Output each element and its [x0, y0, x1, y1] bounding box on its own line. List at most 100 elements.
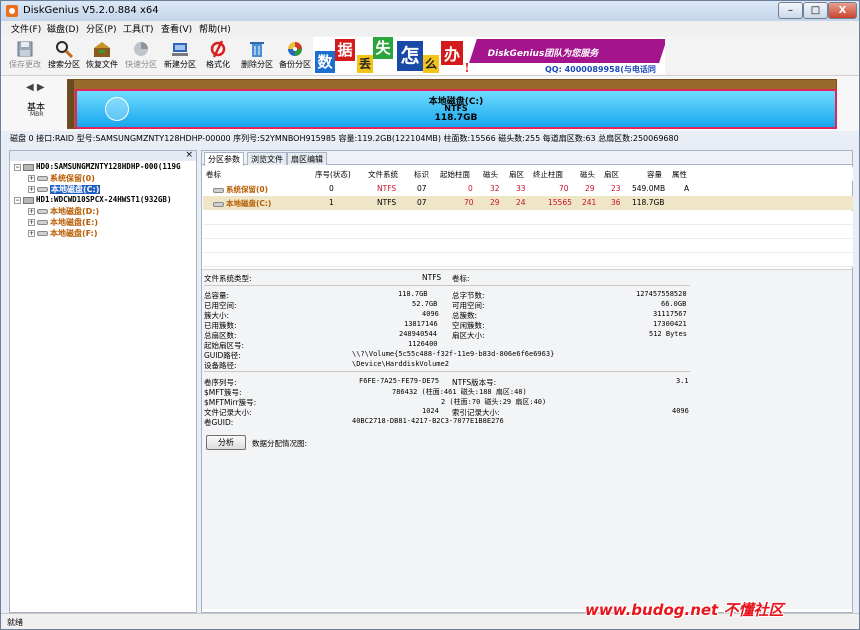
toolbar: 保存更改 搜索分区 恢复文件 快速分区 新建分区 格式化 删除分区 备份分区 数…: [1, 36, 859, 76]
cell-start-sector: 24: [516, 198, 526, 207]
cell-start-head: 32: [490, 184, 500, 193]
tree-label: 本地磁盘(D:): [50, 207, 100, 216]
app-window: DiskGenius V5.2.0.884 x64 – □ X 文件(F) 磁盘…: [0, 0, 860, 630]
banner-phone: 电话: 400-008-9958: [603, 39, 658, 56]
quick-partition-icon: [134, 42, 148, 56]
col-header: 磁头: [483, 170, 498, 179]
collapse-icon[interactable]: −: [14, 196, 21, 204]
title-bar: DiskGenius V5.2.0.884 x64 – □ X: [1, 1, 859, 21]
col-header: 起始柱面: [440, 170, 470, 179]
total-sectors-value: 248940544: [399, 330, 437, 338]
partition-icon: [37, 231, 48, 236]
col-header: 容量: [647, 170, 662, 179]
partition-c-block[interactable]: 本地磁盘(C:) NTFS 118.7GB: [75, 89, 837, 129]
close-icon[interactable]: ×: [185, 150, 193, 160]
menu-file[interactable]: 文件(F): [11, 22, 41, 35]
menu-help[interactable]: 帮助(H): [199, 22, 231, 35]
cell-fs: NTFS: [377, 198, 397, 207]
free-space-value: 66.0GB: [661, 300, 687, 308]
volume-label: 系统保留(0): [226, 185, 269, 194]
partition-icon: [37, 209, 48, 214]
cell-index: 0: [329, 184, 334, 193]
recover-icon: [94, 42, 110, 57]
analyze-button[interactable]: 分析: [206, 435, 246, 450]
search-icon: [56, 41, 74, 59]
tree-partition-reserved[interactable]: + 系统保留(0): [28, 173, 95, 184]
sector-size-value: 512 Bytes: [649, 330, 687, 338]
disk-icon: [23, 196, 34, 204]
backup-partition-button[interactable]: 备份分区: [276, 38, 314, 74]
tab-sector-edit[interactable]: 扇区编辑: [287, 152, 327, 165]
menu-view[interactable]: 查看(V): [161, 22, 192, 35]
used-space-value: 52.7GB: [412, 300, 438, 308]
cell-end-sector: 23: [611, 184, 621, 193]
tree-label: HD1:WDCWD10SPCX-24HWST1(932GB): [36, 195, 172, 204]
col-header: 磁头: [580, 170, 595, 179]
table-row[interactable]: 系统保留(0) 0 NTFS 07 0 32 33 70 29 23 549.0…: [203, 182, 853, 196]
banner-char: 数: [315, 51, 335, 73]
tree-partition-e[interactable]: + 本地磁盘(E:): [28, 217, 98, 228]
disk-nav-arrows[interactable]: ◀ ▶: [26, 82, 45, 93]
cell-end-sector: 36: [611, 198, 621, 207]
col-header: 属性: [672, 170, 687, 179]
total-capacity-value: 118.7GB: [398, 290, 428, 298]
disk-info-line: 磁盘 0 接口:RAID 型号:SAMSUNGMZNTY128HDHP-0000…: [10, 134, 679, 143]
backup-icon: [288, 42, 302, 56]
start-sector-value: 1126400: [408, 340, 438, 348]
system-reserved-partition-block[interactable]: [68, 80, 74, 128]
window-title: DiskGenius V5.2.0.884 x64: [23, 5, 159, 16]
collapse-icon[interactable]: −: [14, 163, 21, 171]
table-row-selected[interactable]: 本地磁盘(C:) 1 NTFS 07 70 29 24 15565 241 36…: [203, 196, 853, 210]
cluster-size-value: 4096: [422, 310, 439, 318]
partition-icon: [37, 176, 48, 181]
allocation-map-label: 数据分配情况图:: [252, 439, 308, 448]
tab-partition-params[interactable]: 分区参数: [204, 152, 244, 166]
expand-icon[interactable]: +: [28, 186, 35, 193]
col-header: 扇区: [604, 170, 619, 179]
guid-path-value: \\?\Volume{5c55c488-f32f-11e9-b83d-806e6…: [352, 350, 555, 358]
mftmirr-value: 2 (柱面:70 磁头:29 扇区:40): [441, 398, 547, 406]
sector-size-label: 扇区大小:: [452, 331, 485, 340]
status-text: 就绪: [7, 618, 23, 627]
cell-end-cyl: 15565: [548, 198, 572, 207]
partition-c-size: 118.7GB: [434, 113, 478, 123]
menu-tools[interactable]: 工具(T): [123, 22, 154, 35]
maximize-button[interactable]: □: [803, 2, 828, 19]
app-icon: [6, 5, 18, 17]
expand-icon[interactable]: +: [28, 175, 35, 182]
col-header: 序号(状态): [315, 170, 351, 179]
ad-banner[interactable]: 数 据 丢 失 怎 么 办 ! DiskGenius团队为您服务 电话: 400…: [313, 37, 665, 75]
table-header-row: 卷标 序号(状态) 文件系统 标识 起始柱面 磁头 扇区 终止柱面 磁头 扇区 …: [203, 167, 853, 181]
table-empty-rows: [203, 211, 853, 267]
cell-start-sector: 33: [516, 184, 526, 193]
expand-icon[interactable]: +: [28, 230, 35, 237]
cell-volume: 本地磁盘(C:): [213, 198, 271, 209]
cell-capacity: 549.0MB: [632, 184, 666, 193]
expand-icon[interactable]: +: [28, 208, 35, 215]
close-button[interactable]: X: [828, 2, 857, 19]
menu-disk[interactable]: 磁盘(D): [47, 22, 79, 35]
minimize-button[interactable]: –: [778, 2, 803, 19]
tree-label: 本地磁盘(C:): [50, 185, 101, 194]
expand-icon[interactable]: +: [28, 219, 35, 226]
cell-start-head: 29: [490, 198, 500, 207]
cell-end-cyl: 70: [559, 184, 569, 193]
tree-label: 本地磁盘(E:): [50, 218, 98, 227]
tree-label: 本地磁盘(F:): [50, 229, 98, 238]
cell-id: 07: [417, 198, 427, 207]
tree-partition-c[interactable]: + 本地磁盘(C:): [28, 184, 101, 195]
volume-label-label: 卷标:: [452, 274, 470, 283]
menu-bar: 文件(F) 磁盘(D) 分区(P) 工具(T) 查看(V) 帮助(H): [1, 21, 859, 36]
tree-partition-f[interactable]: + 本地磁盘(F:): [28, 228, 98, 239]
menu-partition[interactable]: 分区(P): [86, 22, 116, 35]
tree-disk-hd0[interactable]: − HD0:SAMSUNGMZNTY128HDHP-000(119G: [14, 162, 181, 171]
col-header: 标识: [414, 170, 429, 179]
tree-disk-hd1[interactable]: − HD1:WDCWD10SPCX-24HWST1(932GB): [14, 195, 171, 204]
tree-partition-d[interactable]: + 本地磁盘(D:): [28, 206, 99, 217]
record-size-value: 1024: [422, 407, 439, 415]
tab-bar: 分区参数 浏览文件 扇区编辑: [202, 151, 852, 166]
cell-end-head: 29: [585, 184, 595, 193]
tab-browse-files[interactable]: 浏览文件: [247, 152, 287, 165]
col-header: 文件系统: [368, 170, 398, 179]
cell-end-head: 241: [582, 198, 597, 207]
